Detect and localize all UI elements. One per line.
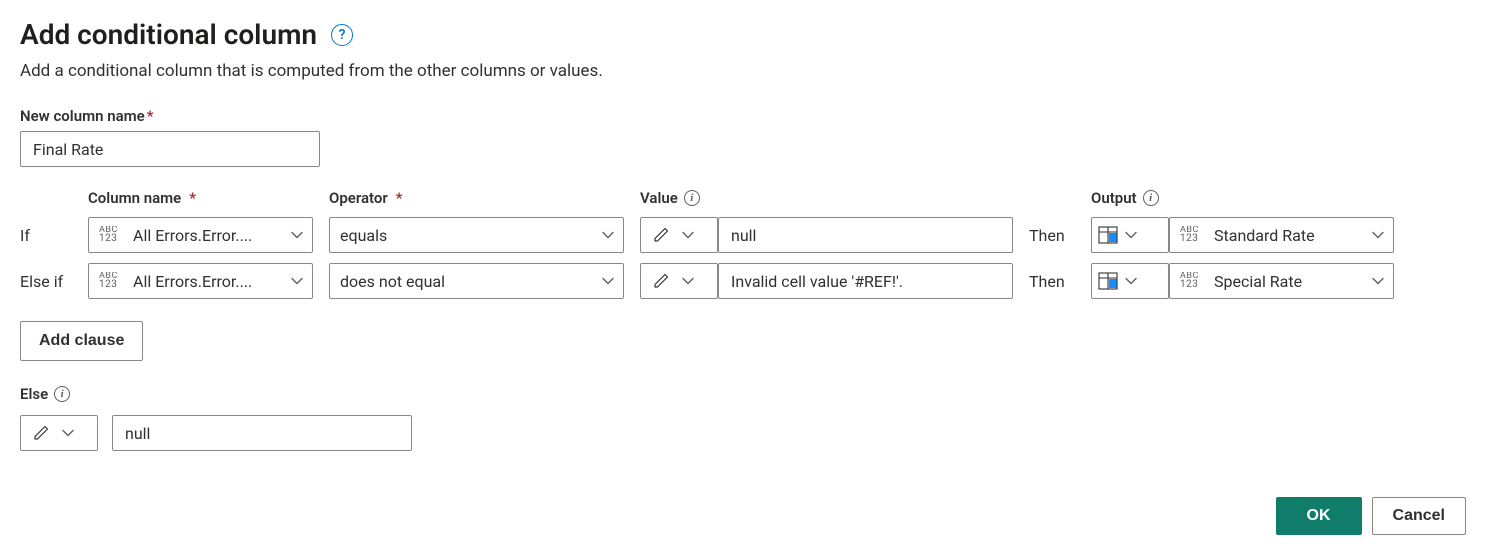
- help-icon[interactable]: ?: [331, 24, 353, 46]
- info-icon[interactable]: i: [684, 190, 700, 206]
- required-asterisk: *: [396, 189, 403, 207]
- chevron-down-icon: [290, 228, 304, 242]
- chevron-down-icon: [290, 274, 304, 288]
- else-value-input-wrapper: [112, 415, 412, 451]
- new-column-name-input[interactable]: [31, 139, 309, 160]
- clause-keyword: Else if: [20, 272, 88, 291]
- else-block: Else i: [20, 385, 1466, 451]
- output-type-dropdown[interactable]: [1091, 217, 1169, 253]
- else-value-input[interactable]: [123, 423, 401, 444]
- pencil-icon: [29, 424, 55, 442]
- cancel-button[interactable]: Cancel: [1372, 497, 1466, 535]
- header-output: Output i: [1091, 189, 1394, 207]
- output-column-dropdown[interactable]: ABC123 Special Rate: [1169, 263, 1394, 299]
- pencil-icon: [649, 272, 675, 290]
- chevron-down-icon: [1371, 228, 1385, 242]
- clauses-grid: Column name* Operator* Value i Output i …: [20, 189, 1466, 299]
- then-label: Then: [1029, 226, 1075, 245]
- value-type-dropdown[interactable]: [640, 217, 718, 253]
- add-conditional-column-dialog: Add conditional column ? Add a condition…: [0, 0, 1486, 553]
- chevron-down-icon: [61, 426, 75, 440]
- chevron-down-icon: [1371, 274, 1385, 288]
- chevron-down-icon: [681, 228, 695, 242]
- output-type-dropdown[interactable]: [1091, 263, 1169, 299]
- chevron-down-icon: [681, 274, 695, 288]
- add-clause-button[interactable]: Add clause: [20, 321, 143, 361]
- ok-button[interactable]: OK: [1276, 497, 1362, 535]
- then-label: Then: [1029, 272, 1075, 291]
- new-column-name-field: New column name*: [20, 107, 1466, 167]
- chevron-down-icon: [1124, 274, 1138, 288]
- value-input[interactable]: [729, 271, 1002, 292]
- required-asterisk: *: [147, 107, 154, 125]
- operator-dropdown[interactable]: does not equal: [329, 263, 624, 299]
- column-name-dropdown[interactable]: ABC123 All Errors.Error....: [88, 217, 313, 253]
- chevron-down-icon: [601, 228, 615, 242]
- dialog-title: Add conditional column: [20, 18, 317, 51]
- info-icon[interactable]: i: [1143, 190, 1159, 206]
- chevron-down-icon: [601, 274, 615, 288]
- value-input-wrapper: [718, 263, 1013, 299]
- clause-keyword: If: [20, 226, 88, 245]
- output-column-dropdown[interactable]: ABC123 Standard Rate: [1169, 217, 1394, 253]
- new-column-name-input-wrapper: [20, 131, 320, 167]
- table-column-icon: [1098, 226, 1118, 244]
- title-row: Add conditional column ?: [20, 18, 1466, 51]
- abc123-icon: ABC123: [1180, 227, 1206, 242]
- dialog-subtitle: Add a conditional column that is compute…: [20, 61, 1466, 81]
- operator-dropdown[interactable]: equals: [329, 217, 624, 253]
- required-asterisk: *: [189, 189, 196, 207]
- header-value: Value i: [640, 189, 1013, 207]
- else-value-type-dropdown[interactable]: [20, 415, 98, 451]
- table-column-icon: [1098, 272, 1118, 290]
- else-label: Else i: [20, 385, 1466, 403]
- chevron-down-icon: [1124, 228, 1138, 242]
- pencil-icon: [649, 226, 675, 244]
- column-name-dropdown[interactable]: ABC123 All Errors.Error....: [88, 263, 313, 299]
- new-column-name-label: New column name*: [20, 107, 1466, 125]
- value-input-wrapper: [718, 217, 1013, 253]
- value-type-dropdown[interactable]: [640, 263, 718, 299]
- abc123-icon: ABC123: [99, 227, 125, 242]
- abc123-icon: ABC123: [99, 273, 125, 288]
- dialog-footer: OK Cancel: [1276, 497, 1466, 535]
- info-icon[interactable]: i: [54, 386, 70, 402]
- value-input[interactable]: [729, 225, 1002, 246]
- header-column-name: Column name*: [88, 189, 313, 207]
- abc123-icon: ABC123: [1180, 273, 1206, 288]
- header-operator: Operator*: [329, 189, 624, 207]
